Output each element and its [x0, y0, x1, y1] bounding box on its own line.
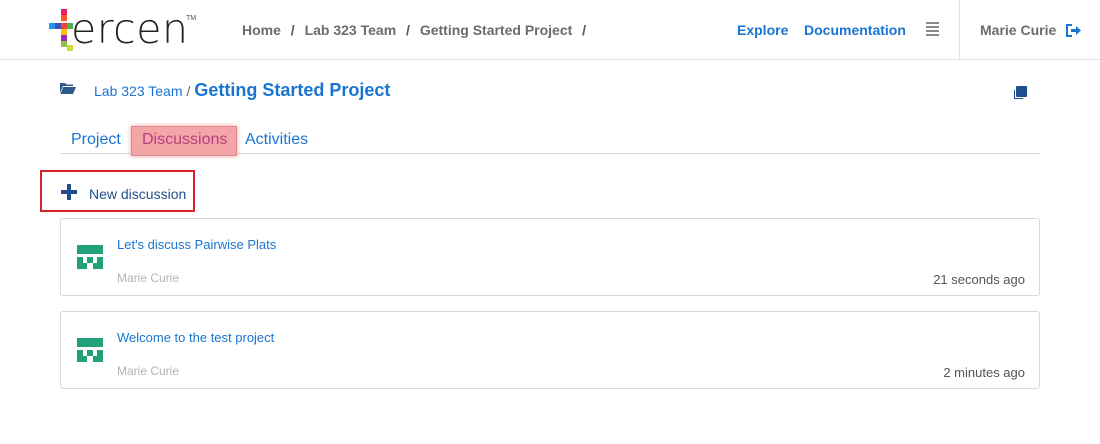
breadcrumb-separator: / — [582, 22, 587, 38]
explore-link[interactable]: Explore — [737, 22, 788, 38]
logo-wordmark: ercen — [71, 5, 189, 53]
discussion-author: Marie Curie — [117, 364, 180, 378]
plus-icon — [61, 184, 77, 200]
tab-activities[interactable]: Activities — [245, 131, 308, 149]
folder-open-icon — [60, 83, 76, 94]
discussion-item[interactable]: Welcome to the test project Marie Curie … — [60, 311, 1040, 389]
tab-project[interactable]: Project — [71, 131, 121, 149]
project-title[interactable]: Getting Started Project — [194, 80, 390, 100]
discussion-title[interactable]: Let's discuss Pairwise Plats — [117, 237, 276, 252]
tab-discussions[interactable]: Discussions — [142, 131, 227, 149]
nav-divider — [959, 0, 960, 59]
breadcrumb-team[interactable]: Lab 323 Team — [305, 22, 397, 38]
discussion-title[interactable]: Welcome to the test project — [117, 330, 274, 345]
discussion-item[interactable]: Let's discuss Pairwise Plats Marie Curie… — [60, 218, 1040, 296]
tercen-logo[interactable]: ercen TM — [49, 5, 199, 53]
top-navbar: ercen TM Home / Lab 323 Team / Getting S… — [0, 0, 1100, 60]
documentation-link[interactable]: Documentation — [804, 22, 906, 38]
logo-trademark: TM — [186, 15, 197, 22]
project-team-link[interactable]: Lab 323 Team — [94, 83, 182, 99]
breadcrumb-separator: / — [406, 22, 410, 38]
project-breadcrumb-separator: / — [186, 83, 191, 99]
avatar — [77, 245, 103, 271]
avatar — [77, 338, 103, 364]
discussion-timestamp: 21 seconds ago — [933, 272, 1025, 287]
breadcrumb-separator: / — [290, 22, 295, 38]
top-breadcrumb: Home / Lab 323 Team / Getting Started Pr… — [242, 22, 592, 38]
new-discussion-button[interactable]: New discussion — [40, 170, 195, 212]
new-discussion-label: New discussion — [89, 186, 187, 202]
discussion-author: Marie Curie — [117, 271, 180, 285]
logout-icon[interactable] — [1066, 24, 1082, 37]
breadcrumb-project[interactable]: Getting Started Project — [420, 22, 572, 38]
project-breadcrumb: Lab 323 Team / Getting Started Project — [94, 80, 390, 101]
user-name[interactable]: Marie Curie — [980, 22, 1056, 38]
discussion-timestamp: 2 minutes ago — [943, 365, 1025, 380]
menu-icon[interactable] — [926, 22, 939, 36]
copy-icon[interactable] — [1012, 86, 1027, 101]
breadcrumb-home[interactable]: Home — [242, 22, 281, 38]
